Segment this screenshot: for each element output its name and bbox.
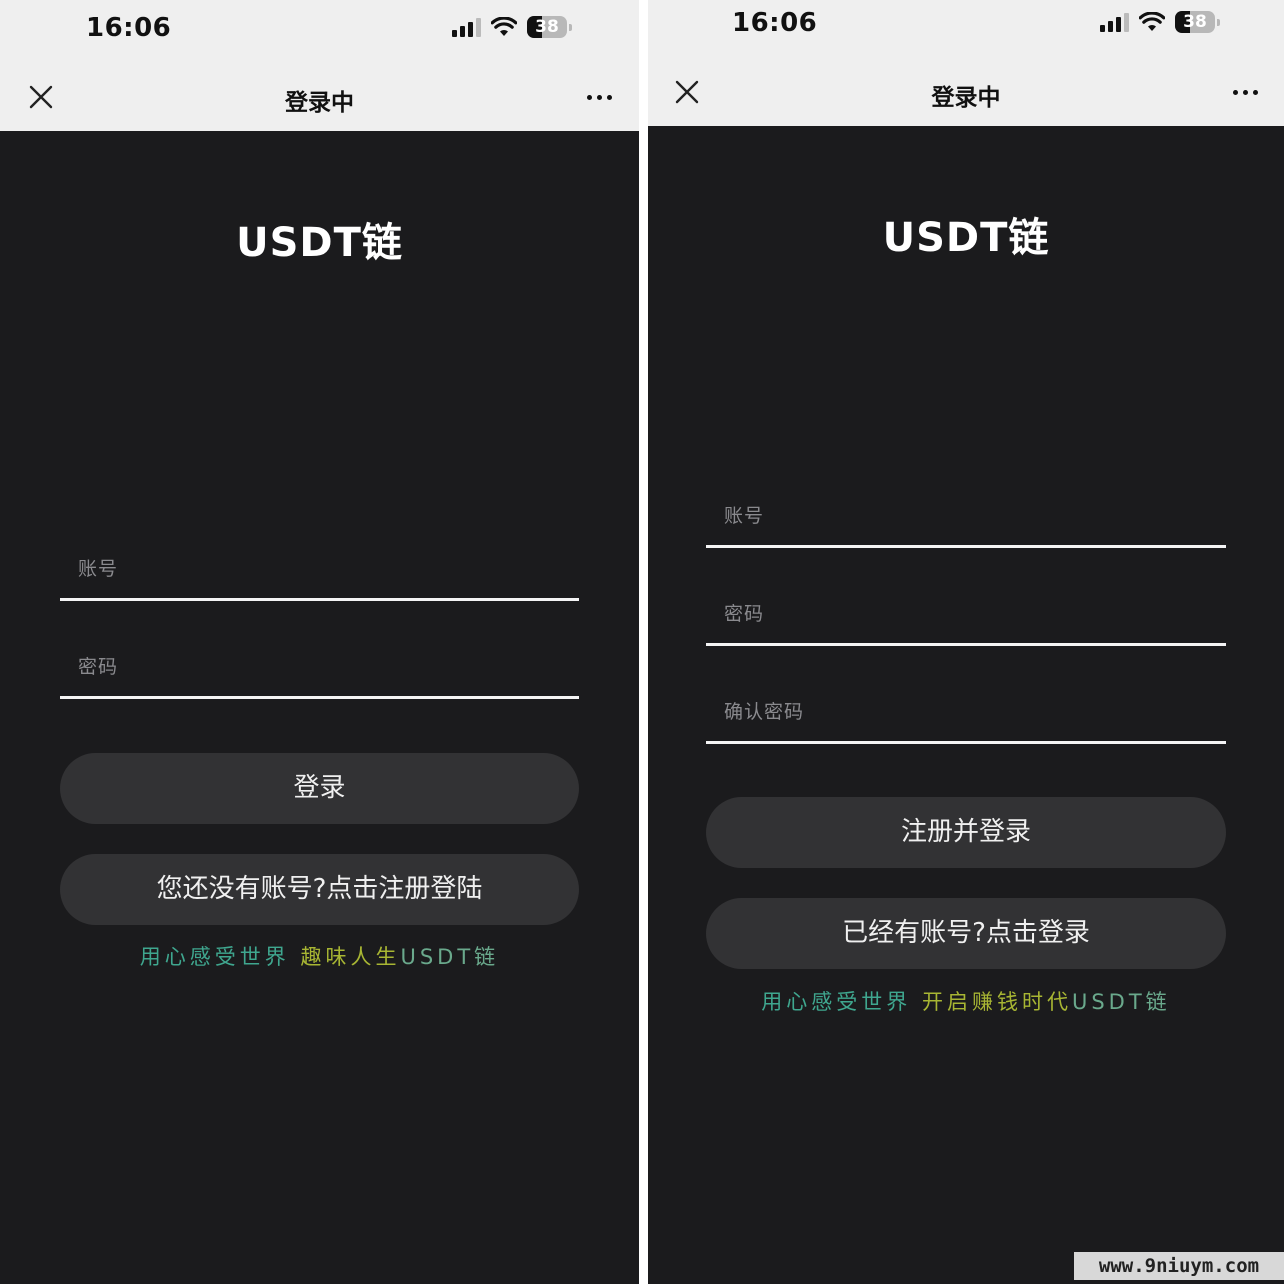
confirm-password-field (706, 673, 1226, 744)
register-button[interactable]: 注册并登录 (706, 797, 1226, 868)
slogan: 用心感受世界 趣味人生USDT链 (0, 941, 639, 971)
nav-title: 登录中 (285, 90, 354, 116)
login-link-button[interactable]: 已经有账号?点击登录 (706, 898, 1226, 969)
register-link-button[interactable]: 您还没有账号?点击注册登陆 (60, 854, 579, 925)
account-input[interactable] (78, 558, 561, 580)
battery-level: 38 (1183, 12, 1207, 32)
status-time: 16:06 (732, 8, 818, 38)
signal-icon (1100, 12, 1129, 32)
account-field (60, 530, 579, 601)
app-title: USDT链 (882, 215, 1050, 261)
wifi-icon (1139, 12, 1165, 31)
register-screen: 16:06 38 登录中 USDT链 账号 注册并登录 已经有账号?点击登录 用… (648, 0, 1284, 1284)
watermark: www.9niuym.com (1074, 1252, 1284, 1280)
slogan-part3: USDT链 (1071, 990, 1171, 1014)
top-bar: 16:06 38 登录中 (648, 0, 1284, 126)
slogan-part3: USDT链 (400, 945, 500, 969)
login-button[interactable]: 登录 (60, 753, 579, 824)
password-input[interactable] (78, 656, 561, 678)
status-time: 16:06 (86, 13, 172, 43)
slogan: 用心感受世界 开启赚钱时代USDT链 (648, 986, 1284, 1016)
slogan-part1: 用心感受世界 (139, 945, 290, 969)
app-title: USDT链 (236, 220, 403, 266)
confirm-password-input[interactable] (724, 701, 1208, 723)
login-screen: 16:06 38 登录中 USDT链 登录 您还没有账号 (0, 0, 639, 1284)
password-input[interactable] (724, 603, 1208, 625)
battery-icon: 38 (1175, 11, 1215, 33)
slogan-part1: 用心感受世界 (761, 990, 912, 1014)
status-icons: 38 (1100, 11, 1220, 33)
nav-title: 登录中 (931, 85, 1001, 111)
account-input[interactable] (724, 505, 1208, 527)
wifi-icon (491, 17, 517, 36)
top-bar: 16:06 38 登录中 (0, 0, 639, 131)
status-icons: 38 (452, 16, 572, 38)
more-icon[interactable] (587, 95, 612, 100)
battery-icon: 38 (527, 16, 567, 38)
battery-level: 38 (535, 17, 559, 37)
more-icon[interactable] (1233, 90, 1258, 95)
password-field (60, 628, 579, 699)
account-field (706, 477, 1226, 548)
password-field (706, 575, 1226, 646)
slogan-part2: 趣味人生 (300, 945, 401, 969)
slogan-part2: 开启赚钱时代 (921, 990, 1072, 1014)
signal-icon (452, 17, 481, 37)
